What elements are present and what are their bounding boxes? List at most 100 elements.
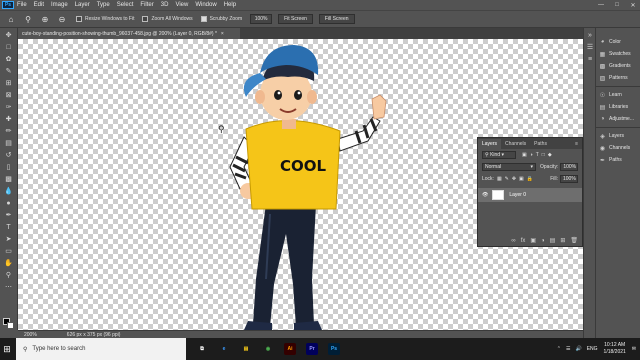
gradient-tool-icon[interactable]: ▩ xyxy=(3,175,15,184)
panel-patterns[interactable]: ▨ Patterns xyxy=(596,72,640,84)
type-tool-icon[interactable]: T xyxy=(3,223,15,232)
minimize-icon[interactable]: — xyxy=(596,2,606,8)
tab-channels[interactable]: Channels xyxy=(501,139,530,149)
zoom-icon[interactable]: ⚲ xyxy=(22,13,34,25)
tray-chevron-icon[interactable]: ⌃ xyxy=(557,346,561,352)
menu-edit[interactable]: Edit xyxy=(34,2,44,8)
panel-gradients[interactable]: ▩ Gradients xyxy=(596,60,640,72)
fill-screen-button[interactable]: Fill Screen xyxy=(318,14,355,24)
scrubby-zoom-checkbox[interactable]: Scrubby Zoom xyxy=(200,16,242,22)
eraser-tool-icon[interactable]: ▯ xyxy=(3,163,15,172)
stamp-tool-icon[interactable]: ▤ xyxy=(3,139,15,148)
crop-tool-icon[interactable]: ⊞ xyxy=(3,79,15,88)
boy-illustration: COOL xyxy=(229,45,387,330)
chrome-icon[interactable]: ◉ xyxy=(262,343,274,355)
resize-windows-checkbox[interactable]: Resize Windows to Fit xyxy=(76,16,134,22)
lasso-tool-icon[interactable]: ✿ xyxy=(3,55,15,64)
layer-row[interactable]: 👁 Layer 0 xyxy=(478,188,582,202)
delete-layer-icon[interactable]: 🗑 xyxy=(570,237,578,244)
menu-help[interactable]: Help xyxy=(224,2,236,8)
panel-color[interactable]: ◕ Color xyxy=(596,36,640,48)
new-layer-icon[interactable]: ⊞ xyxy=(560,237,565,244)
layer-name[interactable]: Layer 0 xyxy=(509,192,526,198)
panel-swatches[interactable]: ▦ Swatches xyxy=(596,48,640,60)
tab-close-icon[interactable]: × xyxy=(221,31,224,37)
panel-libraries[interactable]: ▤ Libraries xyxy=(596,101,640,113)
zoom-tool-icon[interactable]: ⚲ xyxy=(3,271,15,280)
adjustment-layer-icon[interactable]: ◑ xyxy=(541,238,545,244)
zoom-all-windows-checkbox[interactable]: Zoom All Windows xyxy=(142,16,193,22)
path-select-tool-icon[interactable]: ➤ xyxy=(3,235,15,244)
photoshop-taskbar-icon[interactable]: Ps xyxy=(328,343,340,355)
home-icon[interactable]: ⌂ xyxy=(5,13,17,25)
fit-screen-button[interactable]: Fit Screen xyxy=(278,14,313,24)
background-color-swatch[interactable] xyxy=(7,322,14,329)
library-icon: ▤ xyxy=(599,104,606,111)
layers-panel-footer: ∞ fx ▣ ◑ ▤ ⊞ 🗑 xyxy=(478,235,582,246)
tab-paths[interactable]: Paths xyxy=(530,139,551,149)
document-tab[interactable]: cute-boy-standing-position-showing-thumb… xyxy=(18,28,240,39)
clock[interactable]: 10:12 AM 1/18/2021 xyxy=(604,342,626,356)
panel-layers[interactable]: ◈ Layers xyxy=(596,130,640,142)
filter-icons[interactable]: ▣◑T□◆ xyxy=(522,152,555,158)
close-icon[interactable]: ✕ xyxy=(628,2,638,9)
file-explorer-icon[interactable]: ▤ xyxy=(240,343,252,355)
healing-brush-tool-icon[interactable]: ✚ xyxy=(3,115,15,124)
illustrator-icon[interactable]: Ai xyxy=(284,343,296,355)
tab-layers[interactable]: Layers xyxy=(478,139,502,149)
marquee-tool-icon[interactable]: □ xyxy=(3,43,15,52)
language-indicator[interactable]: ENG xyxy=(587,346,598,352)
panel-channels[interactable]: ◉ Channels xyxy=(596,142,640,154)
history-brush-tool-icon[interactable]: ↺ xyxy=(3,151,15,160)
maximize-icon[interactable]: □ xyxy=(612,2,622,8)
brush-tool-icon[interactable]: ✏ xyxy=(3,127,15,136)
notification-icon[interactable]: ✉ xyxy=(632,346,636,352)
hand-tool-icon[interactable]: ✋ xyxy=(3,259,15,268)
panel-learn[interactable]: ☉ Learn xyxy=(596,89,640,101)
taskbar-search-input[interactable]: ⚲ Type here to search xyxy=(16,338,186,360)
shape-tool-icon[interactable]: ▭ xyxy=(3,247,15,256)
blur-tool-icon[interactable]: 💧 xyxy=(3,187,15,196)
menu-3d[interactable]: 3D xyxy=(161,2,169,8)
quick-select-tool-icon[interactable]: ✎ xyxy=(3,67,15,76)
menu-view[interactable]: View xyxy=(175,2,188,8)
link-layers-icon[interactable]: ∞ xyxy=(511,238,515,244)
panel-paths[interactable]: ✒ Paths xyxy=(596,154,640,166)
menu-image[interactable]: Image xyxy=(51,2,68,8)
more-tools-icon[interactable]: ⋯ xyxy=(3,283,15,292)
task-view-icon[interactable]: ⧉ xyxy=(196,343,208,355)
premiere-icon[interactable]: Pr xyxy=(306,343,318,355)
blend-mode-select[interactable]: Normal ▾ xyxy=(482,163,536,171)
windows-start-icon[interactable]: ⊞ xyxy=(0,338,14,360)
fill-field[interactable]: 100% xyxy=(560,175,578,183)
fx-icon[interactable]: fx xyxy=(521,238,526,244)
zoom-out-icon[interactable]: ⊖ xyxy=(56,13,68,25)
edge-browser-icon[interactable]: e xyxy=(218,343,230,355)
filter-kind-select[interactable]: ⚲ Kind ▾ xyxy=(482,151,516,159)
opacity-field[interactable]: 100% xyxy=(560,163,579,171)
add-mask-icon[interactable]: ▣ xyxy=(530,237,536,244)
tools-panel: ✥ □ ✿ ✎ ⊞ ⊠ ✑ ✚ ✏ ▤ ↺ ▯ ▩ 💧 ● ✒ T ➤ ▭ ✋ … xyxy=(0,28,18,330)
dodge-tool-icon[interactable]: ● xyxy=(3,199,15,208)
menu-type[interactable]: Type xyxy=(97,2,110,8)
menu-layer[interactable]: Layer xyxy=(75,2,90,8)
zoom-in-icon[interactable]: ⊕ xyxy=(39,13,51,25)
new-group-icon[interactable]: ▤ xyxy=(550,237,556,244)
move-tool-icon[interactable]: ✥ xyxy=(3,31,15,40)
pen-tool-icon[interactable]: ✒ xyxy=(3,211,15,220)
visibility-eye-icon[interactable]: 👁 xyxy=(482,192,488,198)
zoom-value-field[interactable]: 100% xyxy=(250,14,273,24)
network-icon[interactable]: ☰ xyxy=(566,346,570,352)
eyedropper-tool-icon[interactable]: ✑ xyxy=(3,103,15,112)
menu-select[interactable]: Select xyxy=(117,2,134,8)
panel-menu-icon[interactable]: ≡ xyxy=(571,139,582,149)
menu-window[interactable]: Window xyxy=(195,2,216,8)
search-icon: ⚲ xyxy=(23,346,28,353)
menu-filter[interactable]: Filter xyxy=(140,2,153,8)
lock-icons[interactable]: ▦✎✥▣🔒 xyxy=(497,176,536,182)
panel-adjustments[interactable]: ◑ Adjustme... xyxy=(596,113,640,125)
layers-panel-tabs: Layers Channels Paths ≡ xyxy=(478,138,582,149)
menu-file[interactable]: File xyxy=(17,2,27,8)
volume-icon[interactable]: 🔊 xyxy=(575,346,581,352)
frame-tool-icon[interactable]: ⊠ xyxy=(3,91,15,100)
